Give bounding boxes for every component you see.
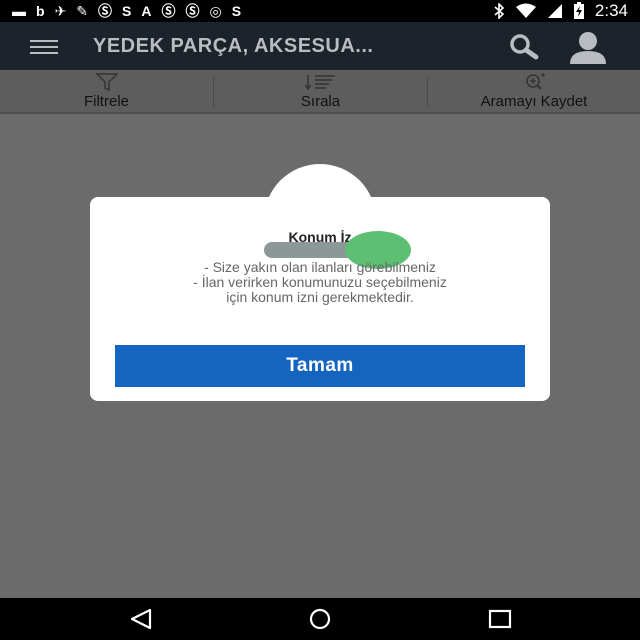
system-icons: 2:34 <box>493 1 628 21</box>
app-bar: YEDEK PARÇA, AKSESUA... <box>0 22 640 70</box>
save-search-label: Aramayı Kaydet <box>480 93 588 110</box>
dialog-message-line: için konum izni gerekmektedir. <box>226 289 414 305</box>
notification-icons: ▬ b ✈ ✎ Ⓢ S A Ⓢ Ⓢ ◎ S <box>12 4 241 18</box>
bluetooth-icon <box>494 3 505 19</box>
wifi-icon <box>515 3 536 18</box>
sf-icon: Ⓢ <box>185 3 200 19</box>
filter-label: Filtrele <box>83 93 129 110</box>
message-icon: ▬ <box>12 3 26 19</box>
bird-icon: ✈ <box>54 3 67 19</box>
navigation-bar <box>0 598 640 640</box>
yoo-icon: ◎ <box>209 3 222 19</box>
sf-icon: Ⓢ <box>161 3 176 19</box>
b-icon: b <box>36 3 45 19</box>
sort-button[interactable]: Sırala <box>214 70 427 114</box>
clock: 2:34 <box>594 1 628 20</box>
page-title: YEDEK PARÇA, AKSESUA... <box>93 35 374 57</box>
wrench-icon: ✎ <box>76 3 89 19</box>
recents-icon[interactable] <box>486 607 514 631</box>
user-icon[interactable] <box>566 30 610 64</box>
signal-icon <box>547 4 562 18</box>
save-search-button[interactable]: Aramayı Kaydet <box>428 70 640 114</box>
back-icon[interactable] <box>127 607 155 631</box>
status-bar: ▬ b ✈ ✎ Ⓢ S A Ⓢ Ⓢ ◎ S 2:34 <box>0 0 640 22</box>
dialog-message-line: - İlan verirken konumunuzu seçebilmeniz <box>193 274 447 290</box>
dialog-message-line: - Size yakın olan ilanları görebilmeniz <box>204 259 436 275</box>
ok-button[interactable]: Tamam <box>115 345 525 387</box>
sort-label: Sırala <box>300 93 341 110</box>
filter-icon <box>95 73 118 91</box>
save-search-icon <box>526 73 545 90</box>
home-icon[interactable] <box>306 607 334 631</box>
a-icon: A <box>141 3 152 19</box>
search-icon[interactable] <box>504 32 544 62</box>
filter-button[interactable]: Filtrele <box>0 70 213 114</box>
s-icon: S <box>231 3 242 19</box>
action-toolbar: Filtrele Sırala Aramayı Kaydet <box>0 70 640 114</box>
menu-icon[interactable] <box>30 40 58 54</box>
location-permission-dialog: Konum İz - Size yakın olan ilanları göre… <box>90 197 550 401</box>
sort-icon <box>304 75 335 91</box>
s-icon: S <box>122 3 132 19</box>
battery-icon <box>573 2 584 19</box>
sf-icon: Ⓢ <box>98 3 113 19</box>
